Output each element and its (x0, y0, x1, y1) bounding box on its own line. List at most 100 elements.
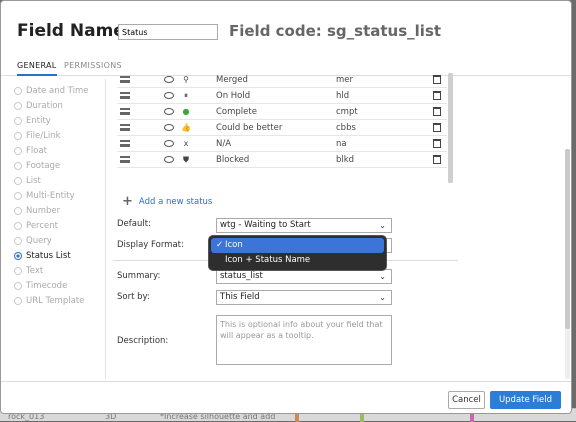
drag-handle-icon[interactable] (120, 108, 130, 115)
trash-icon[interactable] (433, 91, 441, 100)
sortby-value: This Field (220, 292, 260, 302)
display-format-dropdown-menu: ✓ Icon Icon + Status Name (208, 235, 387, 271)
scrollbar-thumb[interactable] (565, 149, 570, 329)
status-row[interactable]: ⚲ Merged mer (117, 73, 447, 88)
radio-oval-icon[interactable] (164, 108, 174, 115)
divider (105, 79, 106, 379)
status-name: Blocked (216, 154, 250, 165)
status-row[interactable]: ⛊ Blocked blkd (117, 152, 447, 168)
drag-handle-icon[interactable] (120, 156, 130, 163)
field-type-label: Footage (26, 160, 61, 171)
radio-icon (14, 266, 22, 275)
status-code: cbbs (336, 122, 356, 133)
blocked-shield-icon: ⛊ (183, 154, 189, 164)
drag-handle-icon[interactable] (120, 124, 130, 131)
thumbs-up-icon: 👍 (181, 123, 191, 132)
field-type-option[interactable]: Date and Time (14, 83, 106, 98)
checkmark-icon: ✓ (216, 240, 224, 250)
field-type-option[interactable]: Duration (14, 98, 106, 113)
field-type-option[interactable]: URL Template (14, 293, 106, 308)
add-status-button[interactable]: + Add a new status (122, 194, 212, 209)
radio-oval-icon[interactable] (164, 124, 174, 131)
radio-icon (14, 296, 22, 305)
field-type-option[interactable]: Footage (14, 158, 106, 173)
field-type-option[interactable]: Multi-Entity (14, 188, 106, 203)
field-type-label: Number (26, 205, 61, 216)
field-name-input[interactable] (118, 24, 218, 40)
cancel-button[interactable]: Cancel (448, 391, 485, 409)
radio-icon (14, 101, 22, 110)
trash-icon[interactable] (433, 75, 441, 84)
field-type-option[interactable]: Entity (14, 113, 106, 128)
status-name: Could be better (216, 122, 283, 133)
tab-general[interactable]: GENERAL (17, 61, 57, 76)
dialog-footer: Cancel Update Field (1, 381, 571, 413)
drag-handle-icon[interactable] (120, 76, 130, 83)
summary-value: status_list (220, 271, 263, 281)
field-type-label: Entity (26, 115, 51, 126)
field-type-option[interactable]: Timecode (14, 278, 106, 293)
drag-handle-icon[interactable] (120, 140, 130, 147)
radio-icon (14, 236, 22, 245)
status-row[interactable]: 👍 Could be better cbbs (117, 120, 447, 136)
radio-oval-icon[interactable] (164, 156, 174, 163)
status-code: hld (336, 90, 350, 101)
field-type-option[interactable]: List (14, 173, 106, 188)
status-name: On Hold (216, 90, 251, 101)
description-label: Description: (117, 336, 169, 346)
sortby-label: Sort by: (117, 292, 150, 302)
add-status-label: Add a new status (138, 196, 213, 207)
summary-label: Summary: (117, 271, 161, 281)
radio-icon (14, 191, 22, 200)
chevron-down-icon: ⌄ (379, 293, 386, 302)
chevron-down-icon: ⌄ (379, 221, 386, 230)
radio-icon (14, 251, 22, 260)
radio-icon (14, 161, 22, 170)
radio-icon (14, 176, 22, 185)
display-format-option[interactable]: ✓ Icon (211, 238, 384, 253)
description-textarea[interactable]: This is optional info about your field t… (216, 315, 392, 365)
sortby-select[interactable]: This Field ⌄ (216, 290, 392, 305)
status-row[interactable]: ● Complete cmpt (117, 104, 447, 120)
radio-icon (14, 146, 22, 155)
field-type-option[interactable]: Text (14, 263, 106, 278)
merge-icon: ⚲ (183, 75, 189, 84)
radio-oval-icon[interactable] (164, 140, 174, 147)
field-type-label: Float (26, 145, 47, 156)
field-type-label: URL Template (26, 295, 85, 306)
status-name: N/A (216, 138, 232, 149)
field-type-label: List (26, 175, 41, 186)
tab-permissions[interactable]: PERMISSIONS (64, 61, 122, 70)
drag-handle-icon[interactable] (120, 92, 130, 99)
status-list-scrollbar[interactable] (448, 73, 453, 183)
trash-icon[interactable] (433, 139, 441, 148)
update-field-button[interactable]: Update Field (490, 391, 561, 409)
plus-icon: + (122, 194, 133, 209)
radio-oval-icon[interactable] (164, 92, 174, 99)
dialog-title: Field Name (17, 21, 125, 41)
field-type-option[interactable]: Query (14, 233, 106, 248)
x-icon: x (183, 139, 189, 148)
field-type-option[interactable]: Number (14, 203, 106, 218)
trash-icon[interactable] (433, 123, 441, 132)
scrollbar-thumb[interactable] (448, 73, 453, 183)
default-label: Default: (117, 219, 151, 229)
field-type-option[interactable]: Status List (14, 248, 106, 263)
dialog-scrollbar[interactable] (565, 149, 570, 379)
summary-select[interactable]: status_list ⌄ (216, 269, 392, 284)
field-type-label: Query (26, 235, 52, 246)
status-list: ⚲ Merged mer ⏸ On Hold hld ● Complete cmpt 👍 Could… (117, 73, 447, 172)
field-type-option[interactable]: Float (14, 143, 106, 158)
radio-oval-icon[interactable] (164, 76, 174, 83)
field-type-label: File/Link (26, 130, 61, 141)
default-select[interactable]: wtg - Waiting to Start ⌄ (216, 218, 392, 233)
status-row[interactable]: x N/A na (117, 136, 447, 152)
radio-icon (14, 116, 22, 125)
status-row[interactable]: ⏸ On Hold hld (117, 88, 447, 104)
field-type-label: Percent (26, 220, 58, 231)
display-format-option[interactable]: Icon + Status Name (211, 253, 384, 268)
trash-icon[interactable] (433, 107, 441, 116)
trash-icon[interactable] (433, 155, 441, 164)
field-type-option[interactable]: Percent (14, 218, 106, 233)
field-type-option[interactable]: File/Link (14, 128, 106, 143)
